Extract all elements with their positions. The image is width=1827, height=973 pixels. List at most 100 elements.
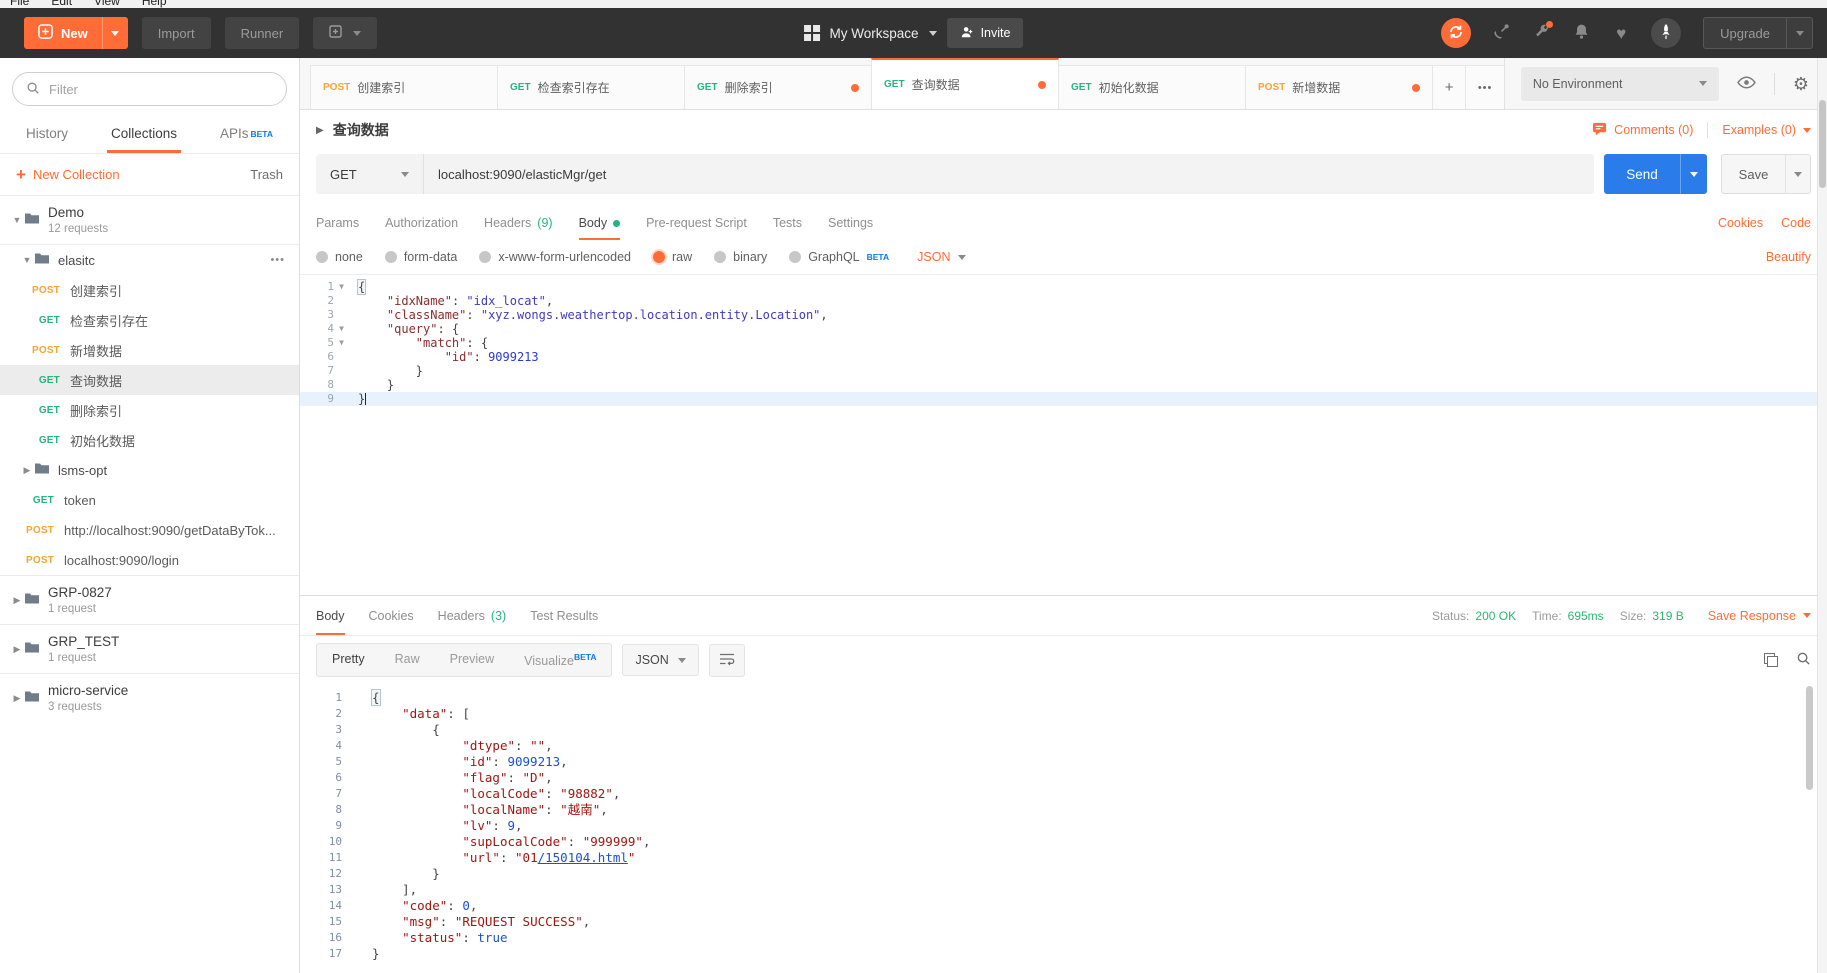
body-type-none[interactable]: none [316, 250, 363, 264]
request-row[interactable]: POST 新增数据 [0, 335, 299, 365]
open-request-tab[interactable]: POST 新增数据 [1245, 65, 1433, 109]
import-button[interactable]: Import [141, 17, 211, 49]
request-row[interactable]: GET 初始化数据 [0, 425, 299, 455]
request-row[interactable]: GET 删除索引 [0, 395, 299, 425]
collection-row[interactable]: ▼ Demo 12 requests [0, 196, 299, 245]
sidebar-tab-apis[interactable]: APIs BETA [220, 114, 273, 153]
collection-row[interactable]: ▶ micro-service 3 requests [0, 673, 299, 722]
new-button-caret[interactable] [101, 17, 128, 49]
invite-button[interactable]: Invite [946, 18, 1024, 48]
request-row[interactable]: POST 创建索引 [0, 275, 299, 305]
save-options-caret[interactable] [1785, 154, 1811, 194]
runner-button[interactable]: Runner [224, 17, 300, 49]
open-request-tab[interactable]: GET 删除索引 [684, 65, 872, 109]
upgrade-button[interactable]: Upgrade [1703, 17, 1813, 49]
sidebar-tab-history[interactable]: History [26, 114, 68, 153]
collection-row[interactable]: ▶ GRP-0827 1 request [0, 575, 299, 624]
request-row[interactable]: GET 查询数据 [0, 365, 299, 395]
request-tab-pre-request-script[interactable]: Pre-request Script [646, 206, 747, 240]
folder-row[interactable]: ▼ elasitc ••• [0, 245, 299, 275]
cookies-link[interactable]: Cookies [1718, 216, 1763, 230]
folder-options-button[interactable]: ••• [270, 254, 285, 266]
tab-options-button[interactable]: ••• [1465, 65, 1505, 109]
examples-dropdown[interactable]: Examples (0) [1722, 123, 1811, 137]
response-view-visualize[interactable]: VisualizeBETA [509, 644, 611, 676]
open-request-tab[interactable]: GET 查询数据 [871, 58, 1059, 109]
sidebar-tab-collections[interactable]: Collections [106, 114, 182, 153]
open-request-tab[interactable]: POST 创建索引 [310, 65, 498, 109]
workspace-caret-icon[interactable] [928, 30, 937, 36]
request-row[interactable]: GET 检查索引存在 [0, 305, 299, 335]
response-view-pretty[interactable]: Pretty [317, 644, 380, 676]
workspace-selector[interactable]: My Workspace [830, 26, 919, 41]
menu-item-file[interactable]: File [10, 0, 29, 8]
request-row[interactable]: POST localhost:9090/login [0, 545, 299, 575]
response-body-viewer[interactable]: 1{2 "data": [3 {4 "dtype": "", 5 "id": 90… [300, 684, 1827, 973]
save-button[interactable]: Save [1721, 154, 1785, 194]
collection-row[interactable]: ▶ GRP_TEST 1 request [0, 624, 299, 673]
user-avatar[interactable] [1651, 18, 1682, 48]
response-language-selector[interactable]: JSON [622, 644, 699, 676]
body-type-graphql[interactable]: GraphQL BETA [789, 250, 889, 264]
send-options-caret[interactable] [1680, 154, 1707, 194]
body-type-x-www-form-urlencoded[interactable]: x-www-form-urlencoded [479, 250, 631, 264]
response-tab-headers[interactable]: Headers (3) [438, 596, 507, 635]
fold-caret-icon[interactable]: ▼ [339, 280, 344, 294]
response-view-preview[interactable]: Preview [435, 644, 509, 676]
wrap-text-button[interactable] [708, 643, 745, 677]
menu-item-view[interactable]: View [94, 0, 120, 8]
request-tab-tests[interactable]: Tests [773, 206, 802, 240]
beautify-link[interactable]: Beautify [1766, 250, 1811, 264]
url-input[interactable] [424, 154, 1594, 194]
response-tab-body[interactable]: Body [316, 596, 345, 635]
request-tab-params[interactable]: Params [316, 206, 359, 240]
chevron-right-icon[interactable]: ▶ [10, 693, 24, 704]
filter-input[interactable] [49, 81, 273, 97]
send-button[interactable]: Send [1604, 154, 1680, 194]
request-tab-authorization[interactable]: Authorization [385, 206, 458, 240]
notifications-bell-button[interactable] [1571, 23, 1591, 43]
body-type-raw[interactable]: raw [653, 250, 692, 264]
chevron-down-icon[interactable]: ▼ [20, 255, 34, 265]
chevron-right-icon[interactable]: ▶ [10, 595, 24, 606]
save-response-dropdown[interactable]: Save Response [1708, 609, 1811, 623]
request-body-editor[interactable]: ▼ 1{2 "idxName": "idx_locat", 3 "className… [300, 274, 1827, 595]
new-tab-button[interactable]: + [1432, 65, 1467, 109]
chevron-right-icon[interactable]: ▶ [10, 644, 24, 655]
response-tab-cookies[interactable]: Cookies [369, 596, 414, 635]
request-tab-headers[interactable]: Headers (9) [484, 206, 553, 240]
request-row[interactable]: POST http://localhost:9090/getDataByTok..… [0, 515, 299, 545]
code-link[interactable]: Code [1781, 216, 1811, 230]
sync-status-button[interactable] [1441, 18, 1472, 48]
environment-selector[interactable]: No Environment [1520, 66, 1719, 101]
chevron-right-icon[interactable]: ▶ [20, 465, 34, 476]
search-response-button[interactable] [1796, 651, 1811, 669]
open-request-tab[interactable]: GET 检查索引存在 [497, 65, 685, 109]
response-scrollbar-thumb[interactable] [1806, 686, 1813, 790]
upgrade-caret[interactable] [1786, 18, 1812, 48]
chevron-down-icon[interactable]: ▼ [10, 215, 24, 225]
trash-button[interactable]: Trash [250, 167, 283, 182]
settings-wrench-button[interactable] [1531, 21, 1554, 43]
response-tab-test-results[interactable]: Test Results [530, 596, 598, 635]
fold-caret-icon[interactable]: ▼ [339, 322, 344, 336]
environment-settings-gear-button[interactable]: ⚙ [1793, 75, 1809, 93]
copy-response-button[interactable] [1764, 653, 1778, 667]
body-type-form-data[interactable]: form-data [384, 250, 457, 264]
request-tab-body[interactable]: Body [578, 206, 621, 240]
filter-search-box[interactable] [12, 72, 287, 106]
body-language-selector[interactable]: JSON [917, 250, 967, 264]
new-button[interactable]: New [24, 17, 128, 49]
menu-item-edit[interactable]: Edit [51, 0, 72, 8]
body-type-binary[interactable]: binary [714, 250, 767, 264]
menu-item-help[interactable]: Help [142, 0, 167, 8]
response-view-raw[interactable]: Raw [380, 644, 435, 676]
page-scrollbar-thumb[interactable] [1819, 100, 1826, 188]
environment-quick-look-button[interactable] [1737, 75, 1756, 92]
request-title-caret[interactable]: ▶ [316, 125, 324, 136]
open-new-window-button[interactable] [313, 17, 378, 49]
request-tab-settings[interactable]: Settings [828, 206, 873, 240]
comments-link[interactable]: Comments (0) [1592, 121, 1693, 139]
page-scrollbar[interactable] [1817, 58, 1827, 973]
open-request-tab[interactable]: GET 初始化数据 [1058, 65, 1246, 109]
